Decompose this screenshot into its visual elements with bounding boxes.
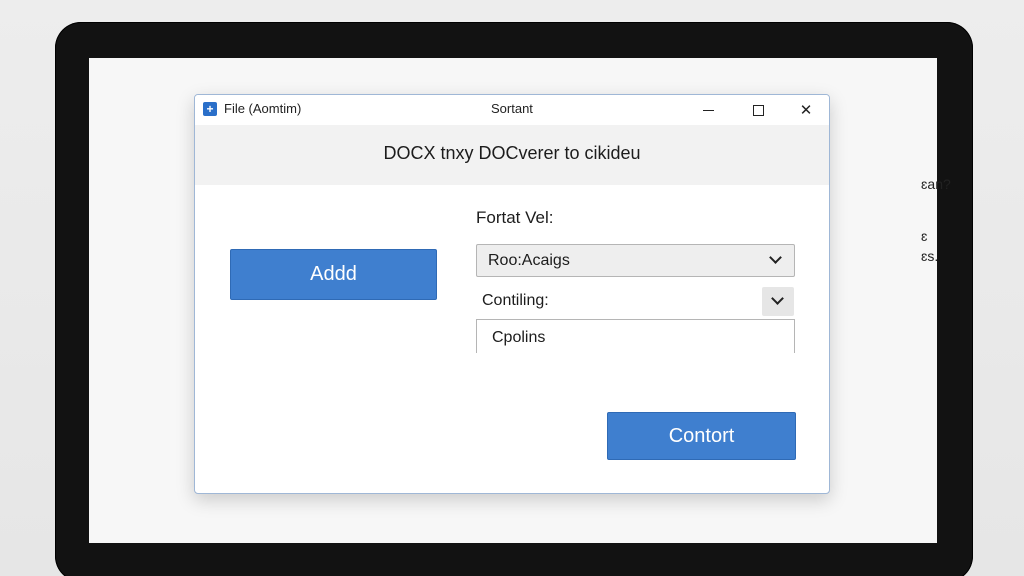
cpolins-field[interactable]: Cpolins: [476, 319, 795, 353]
minimize-button[interactable]: [685, 95, 731, 125]
chevron-down-icon: [771, 292, 784, 305]
desk-scene: ɛan? ɛ ɛs. + File (Aomtim) Sortant ✕ DOC…: [0, 0, 1024, 576]
cpolins-value: Cpolins: [492, 329, 546, 346]
window-title: File (Aomtim): [224, 101, 302, 116]
title-bar[interactable]: + File (Aomtim) Sortant ✕: [195, 95, 829, 125]
convert-button[interactable]: Contort: [607, 412, 796, 460]
dialog-heading: DOCX tnxy DOCverer to cikideu: [383, 143, 641, 163]
close-icon: ✕: [799, 102, 813, 119]
minimize-icon: [702, 109, 714, 111]
add-button[interactable]: Addd: [230, 249, 437, 300]
close-button[interactable]: ✕: [783, 95, 829, 125]
background-text-3: ɛs.: [921, 248, 939, 264]
maximize-icon: [752, 104, 764, 116]
window-center-title: Sortant: [491, 101, 533, 116]
format-select[interactable]: Roo:Acaigs: [476, 244, 795, 277]
background-text-1: ɛan?: [921, 176, 951, 192]
format-select-value: Roo:Acaigs: [488, 252, 570, 269]
chevron-down-icon: [769, 251, 782, 264]
background-text-2: ɛ: [921, 228, 928, 244]
contiling-label: Contiling:: [482, 292, 549, 309]
app-icon: +: [203, 102, 217, 116]
contiling-dropdown-toggle[interactable]: [762, 287, 794, 316]
converter-dialog: + File (Aomtim) Sortant ✕ DOCX tnxy DOCv…: [194, 94, 830, 494]
header-band: DOCX tnxy DOCverer to cikideu: [195, 125, 829, 185]
format-label: Fortat Vel:: [476, 208, 554, 227]
maximize-button[interactable]: [735, 95, 781, 125]
